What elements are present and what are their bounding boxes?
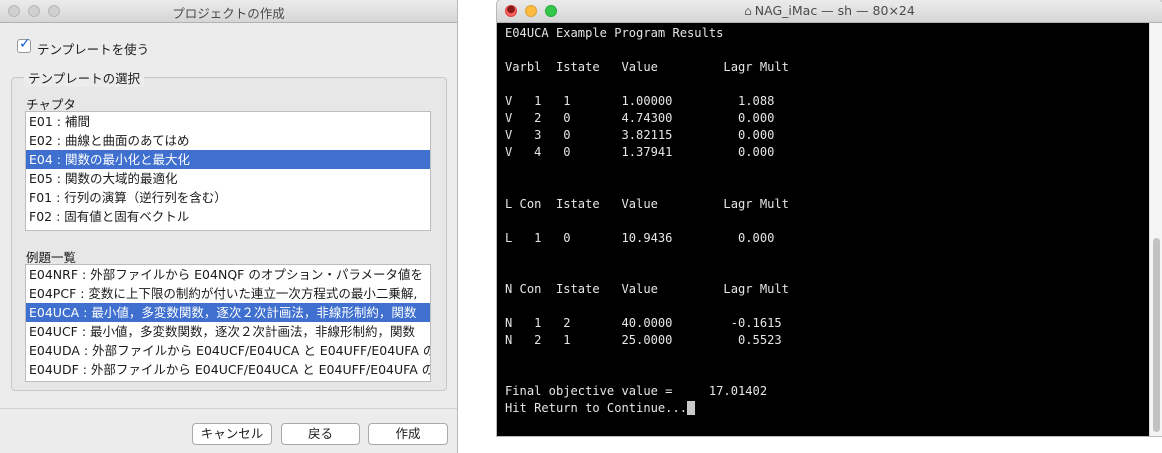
example-item[interactable]: E04UCF : 最小値，多変数関数，逐次２次計画法，非線形制約，関数 xyxy=(26,322,430,341)
terminal-cursor xyxy=(687,401,696,416)
example-item[interactable]: E04PCF : 変数に上下限の制約が付いた連立一次方程式の最小二乗解, xyxy=(26,284,430,303)
dialog-titlebar: プロジェクトの作成 xyxy=(0,0,457,23)
terminal-title: ⌂ NAG_iMac — sh — 80×24 xyxy=(497,3,1162,18)
back-button[interactable]: 戻る xyxy=(281,423,360,445)
scrollbar-thumb[interactable] xyxy=(1153,238,1160,432)
chapter-item[interactable]: F02 : 固有値と固有ベクトル xyxy=(26,207,430,226)
example-list[interactable]: E04NRF : 外部ファイルから E04NQF のオプション・パラメータ値を E… xyxy=(25,264,431,382)
checkmark-icon: ✓ xyxy=(19,36,31,52)
example-item[interactable]: E04NRF : 外部ファイルから E04NQF のオプション・パラメータ値を xyxy=(26,265,430,284)
template-group-title: テンプレートの選択 xyxy=(24,68,145,87)
use-template-label[interactable]: テンプレートを使う xyxy=(37,39,149,58)
terminal-line: N 1 2 40.0000 -0.1615 xyxy=(505,315,782,330)
terminal-title-text: NAG_iMac — sh — 80×24 xyxy=(754,3,915,18)
terminal-line: V 2 0 4.74300 0.000 xyxy=(505,111,775,126)
terminal-line: N 2 1 25.0000 0.5523 xyxy=(505,332,782,347)
chapter-item[interactable]: E02 : 曲線と曲面のあてはめ xyxy=(26,131,430,150)
terminal-line: E04UCA Example Program Results xyxy=(505,26,724,40)
home-icon: ⌂ xyxy=(744,4,752,18)
chapter-list[interactable]: E01 : 補間 E02 : 曲線と曲面のあてはめ E04 : 関数の最小化と最大化… xyxy=(25,111,431,231)
dialog-title: プロジェクトの作成 xyxy=(172,6,285,21)
terminal-line: Final objective value = 17.01402 xyxy=(505,384,768,399)
example-item[interactable]: E04UCA : 最小値，多変数関数，逐次２次計画法，非線形制約，関数 xyxy=(26,303,430,322)
create-project-dialog: プロジェクトの作成 ✓ テンプレートを使う テンプレートの選択 チャプタ E01… xyxy=(0,0,457,453)
terminal-line: Varbl Istate Value Lagr Mult xyxy=(505,60,789,75)
terminal-line: L Con Istate Value Lagr Mult xyxy=(505,196,789,211)
terminal-line: N Con Istate Value Lagr Mult xyxy=(505,281,789,296)
example-item[interactable]: E04UDF : 外部ファイルから E04UCF/E04UCA と E04UFF… xyxy=(26,360,430,379)
chapter-item[interactable]: E01 : 補間 xyxy=(26,112,430,131)
footer-divider xyxy=(0,408,457,409)
chapter-item[interactable]: E05 : 関数の大域的最適化 xyxy=(26,169,430,188)
terminal-line: V 3 0 3.82115 0.000 xyxy=(505,128,775,143)
example-item[interactable]: E04UDA : 外部ファイルから E04UCF/E04UCA と E04UFF… xyxy=(26,341,430,360)
terminal-output[interactable]: E04UCA Example Program Results Varbl Ista… xyxy=(497,23,1149,436)
chapter-item[interactable]: E04 : 関数の最小化と最大化 xyxy=(26,150,430,169)
use-template-checkbox[interactable]: ✓ xyxy=(17,36,31,53)
terminal-line: V 1 1 1.00000 1.088 xyxy=(505,94,775,109)
terminal-line: Hit Return to Continue... xyxy=(505,401,696,416)
terminal-line: L 1 0 10.9436 0.000 xyxy=(505,230,775,245)
chapter-item[interactable]: F01 : 行列の演算（逆行列を含む） xyxy=(26,188,430,207)
terminal-window: ● ⌂ NAG_iMac — sh — 80×24 E04UCA Example … xyxy=(497,0,1162,436)
terminal-scrollbar[interactable] xyxy=(1149,23,1162,436)
cancel-button[interactable]: キャンセル xyxy=(192,423,272,445)
terminal-line: V 4 0 1.37941 0.000 xyxy=(505,145,775,160)
create-button[interactable]: 作成 xyxy=(368,423,448,445)
terminal-titlebar: ● ⌂ NAG_iMac — sh — 80×24 xyxy=(497,0,1162,23)
